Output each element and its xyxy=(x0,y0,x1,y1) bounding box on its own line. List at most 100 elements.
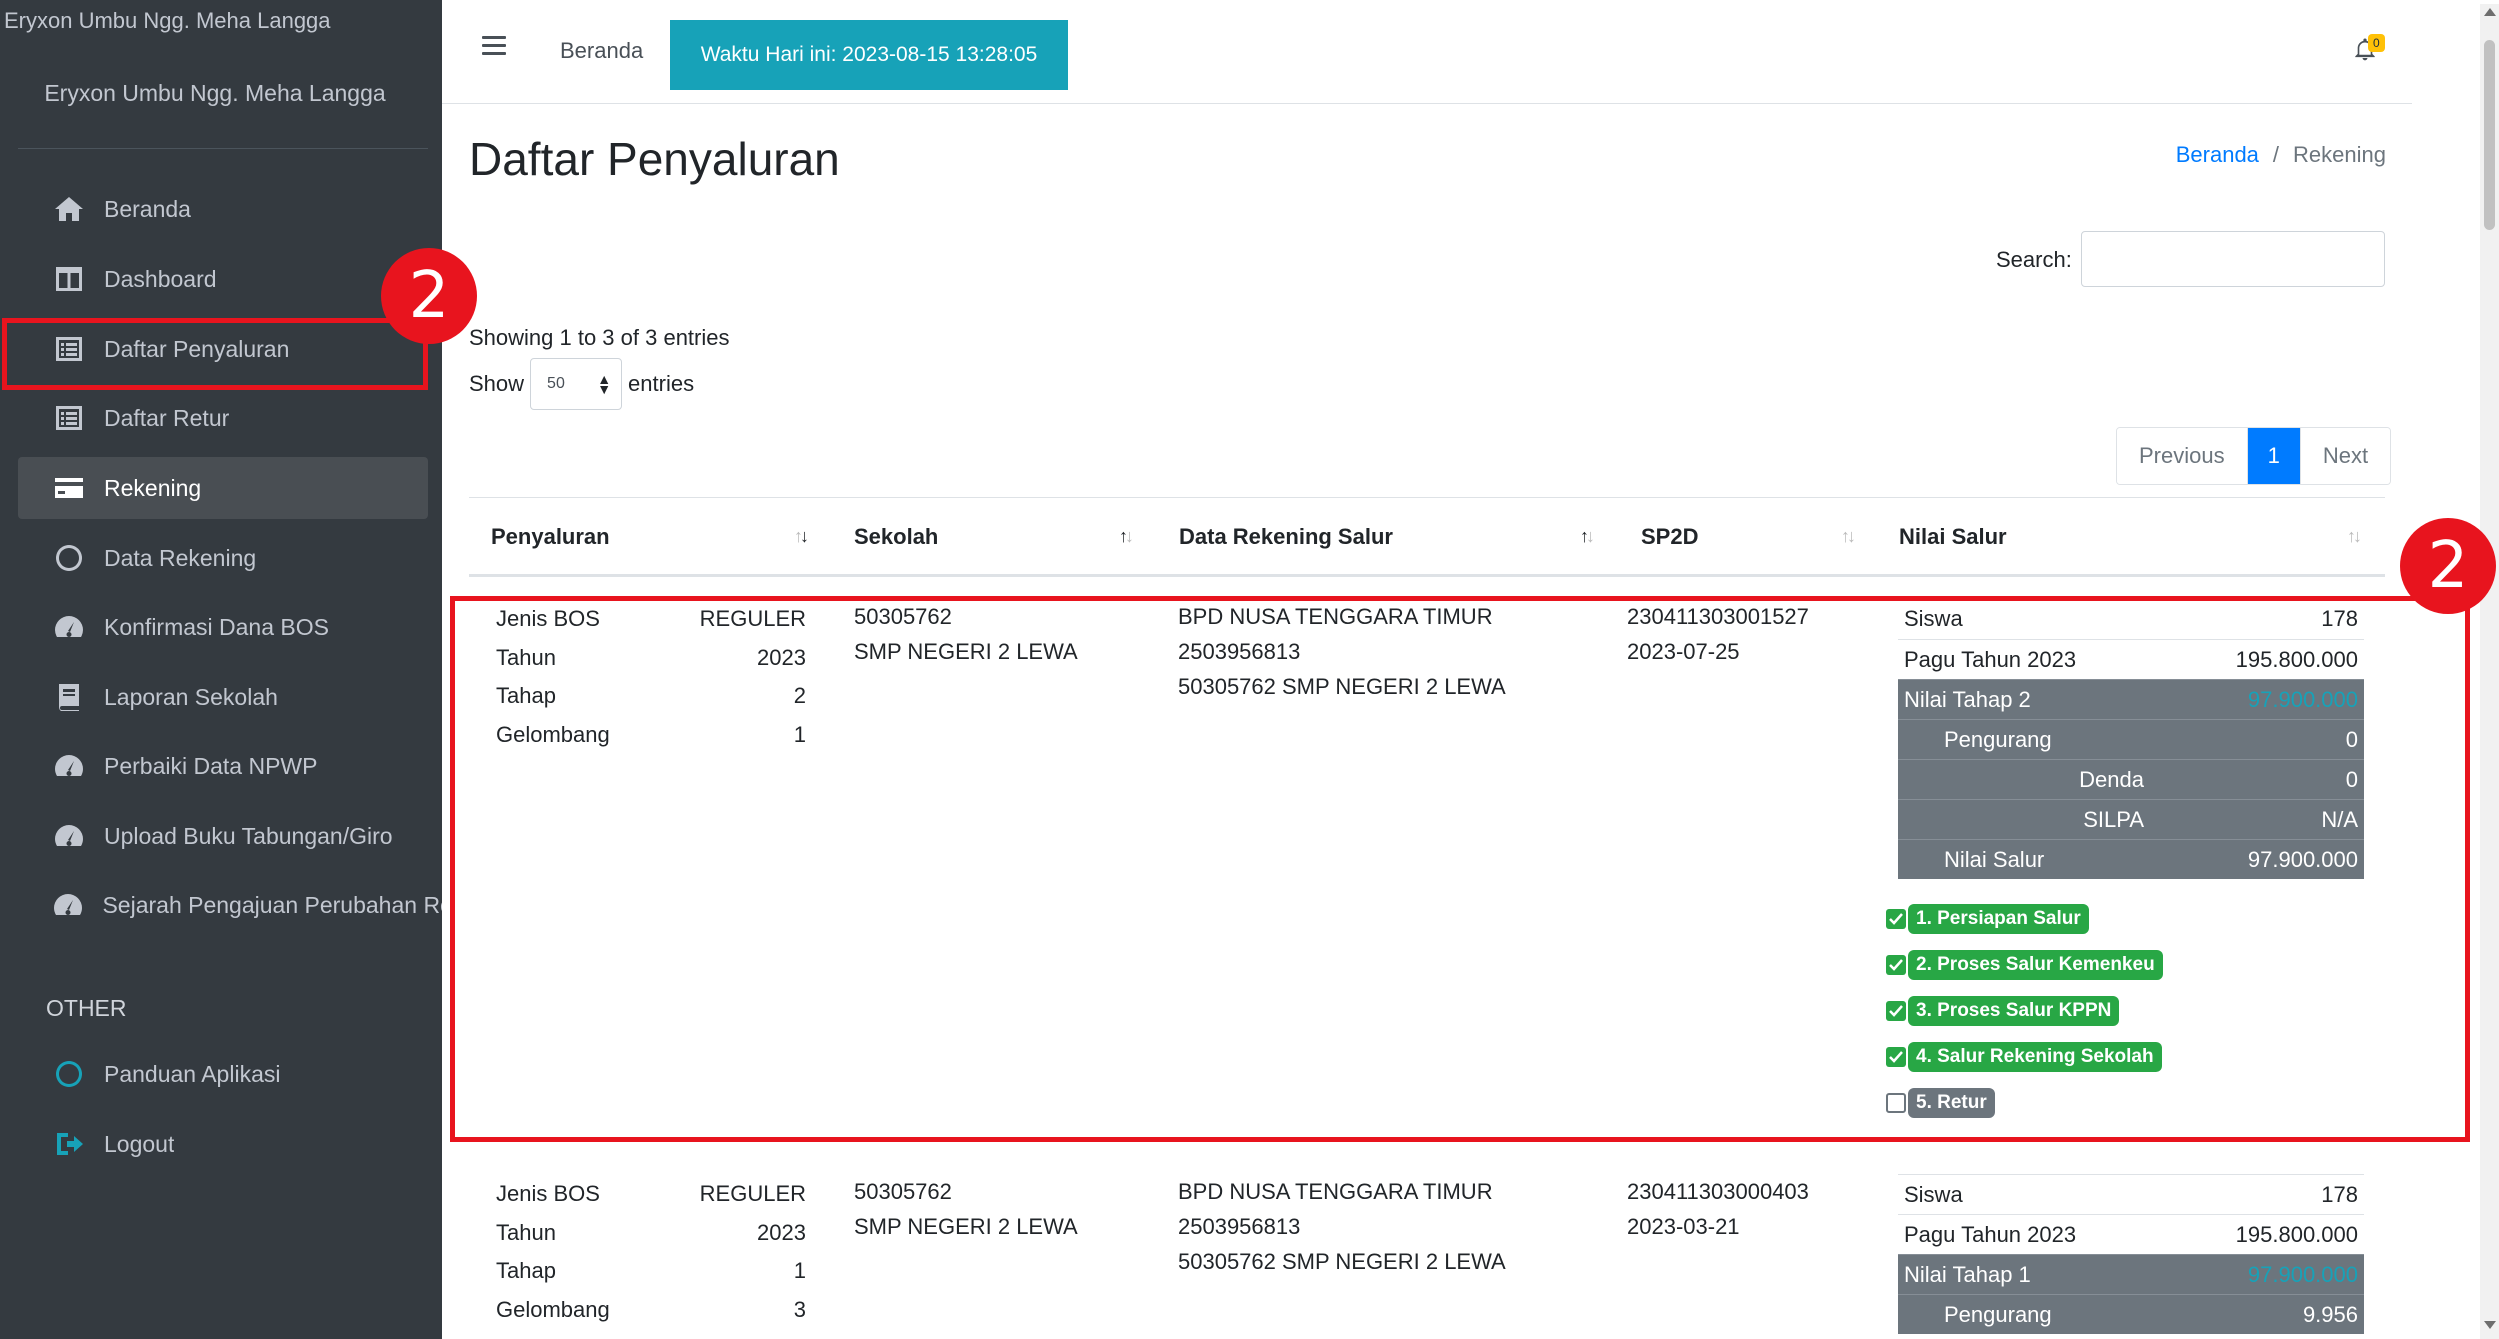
scroll-down-arrow-icon[interactable] xyxy=(2484,1321,2496,1329)
sidebar-item-perbaiki-data-npwp[interactable]: Perbaiki Data NPWP xyxy=(18,735,428,797)
sort-both-icon[interactable]: ↑↓ xyxy=(1841,526,1856,547)
home-icon xyxy=(52,192,86,226)
sidebar-item-daftar-retur[interactable]: Daftar Retur xyxy=(18,387,428,449)
rekening-nomor: 2503956813 xyxy=(1178,1214,1301,1239)
rekening-bank: BPD NUSA TENGGARA TIMUR xyxy=(1178,1179,1493,1204)
pagination-next[interactable]: Next xyxy=(2299,428,2391,484)
sidebar-item-panduan-aplikasi[interactable]: Panduan Aplikasi xyxy=(18,1043,428,1105)
hamburger-menu-icon[interactable] xyxy=(482,36,506,60)
top-navbar: Beranda Waktu Hari ini: 2023-08-15 13:28… xyxy=(442,4,2412,104)
current-time-display: Waktu Hari ini: 2023-08-15 13:28:05 xyxy=(670,20,1068,90)
sign-out-icon xyxy=(52,1127,86,1161)
breadcrumb-separator: / xyxy=(2272,142,2280,167)
annotation-highlight-row xyxy=(450,596,2470,1142)
tahun-label: Tahun xyxy=(496,1220,556,1245)
sidebar: Eryxon Umbu Ngg. Meha Langga Eryxon Umbu… xyxy=(0,0,442,1339)
tahun-value: 2023 xyxy=(757,1220,806,1245)
notification-count-badge: 0 xyxy=(2368,34,2385,52)
sidebar-item-laporan-sekolah[interactable]: Laporan Sekolah xyxy=(18,666,428,728)
list-icon xyxy=(52,401,86,435)
sidebar-item-label: Dashboard xyxy=(104,265,217,292)
sort-desc-icon[interactable]: ↑↓ xyxy=(794,526,809,547)
scrollbar-thumb[interactable] xyxy=(2484,40,2495,230)
pagination-page-1[interactable]: 1 xyxy=(2246,428,2300,484)
sp2d-nomor: 230411303000403 xyxy=(1627,1179,1809,1204)
sort-asc-icon[interactable]: ↑↓ xyxy=(1119,526,1134,547)
table-header: Penyaluran ↑↓ Sekolah ↑↓ Data Rekening S… xyxy=(469,497,2385,577)
sidebar-item-label: Beranda xyxy=(104,195,191,222)
page-length-select[interactable]: 50 ▲ ▼ xyxy=(530,358,623,410)
sidebar-item-label: Rekening xyxy=(104,474,202,501)
column-header-penyaluran[interactable]: Penyaluran xyxy=(491,524,610,550)
pagu-row: Pagu Tahun 2023 195.800.000 xyxy=(1898,1214,2364,1254)
annotation-highlight-sidebar xyxy=(2,318,428,390)
sidebar-item-upload-buku-tabungan[interactable]: Upload Buku Tabungan/Giro xyxy=(18,805,428,867)
sidebar-item-konfirmasi-dana-bos[interactable]: Konfirmasi Dana BOS xyxy=(18,596,428,658)
annotation-step-badge: 2 xyxy=(2400,518,2496,614)
page-length-value: 50 xyxy=(547,375,565,392)
pengurang-row: Pengurang 9.956 xyxy=(1898,1294,2364,1334)
pagination-previous[interactable]: Previous xyxy=(2117,428,2247,484)
pengurang-label: Pengurang xyxy=(1944,1301,2052,1327)
tachometer-icon xyxy=(52,819,86,853)
sekolah-nama: SMP NEGERI 2 LEWA xyxy=(854,1214,1078,1239)
pagu-label: Pagu Tahun 2023 xyxy=(1904,1221,2077,1247)
nilai-tahap-value: 97.900.000 xyxy=(2247,1261,2358,1287)
sidebar-item-data-rekening[interactable]: Data Rekening xyxy=(18,527,428,589)
sidebar-item-label: Logout xyxy=(104,1130,175,1157)
show-label: Show xyxy=(469,371,525,396)
sidebar-item-label: Upload Buku Tabungan/Giro xyxy=(104,822,393,849)
select-updown-icon: ▲ ▼ xyxy=(597,371,612,397)
sidebar-item-label: Laporan Sekolah xyxy=(104,683,278,710)
sidebar-item-label: Konfirmasi Dana BOS xyxy=(104,613,329,640)
sidebar-section-other: OTHER xyxy=(46,995,127,1021)
sidebar-brand[interactable]: Eryxon Umbu Ngg. Meha Langga xyxy=(0,80,430,107)
breadcrumb: Beranda / Rekening xyxy=(2176,142,2386,168)
book-icon xyxy=(52,680,86,714)
credit-card-icon xyxy=(52,471,86,505)
circle-icon xyxy=(52,1057,86,1091)
jenis-bos-value: REGULER xyxy=(699,1181,806,1206)
page-title: Daftar Penyaluran xyxy=(469,133,840,185)
circle-icon xyxy=(52,541,86,575)
sidebar-item-rekening[interactable]: Rekening xyxy=(18,457,428,519)
notification-bell-icon[interactable]: 0 xyxy=(2352,34,2385,66)
breadcrumb-current: Rekening xyxy=(2293,142,2386,167)
sidebar-item-logout[interactable]: Logout xyxy=(18,1113,428,1175)
navbar-home-link[interactable]: Beranda xyxy=(560,38,643,64)
tachometer-icon xyxy=(52,749,86,783)
nilai-tahap-label: Nilai Tahap 1 xyxy=(1904,1261,2031,1287)
nilai-tahap-row: Nilai Tahap 1 97.900.000 xyxy=(1898,1254,2364,1294)
column-header-sp2d[interactable]: SP2D xyxy=(1641,524,1698,550)
pagu-value: 195.800.000 xyxy=(2235,1221,2358,1247)
column-header-data-rekening[interactable]: Data Rekening Salur xyxy=(1179,524,1393,550)
tachometer-icon xyxy=(52,888,84,922)
vertical-scrollbar[interactable] xyxy=(2480,4,2499,1339)
rekening-nama: 50305762 SMP NEGERI 2 LEWA xyxy=(1178,1249,1506,1274)
sidebar-item-sejarah-pengajuan[interactable]: Sejarah Pengajuan Perubahan Rel xyxy=(18,874,442,936)
sidebar-item-label: Perbaiki Data NPWP xyxy=(104,752,318,779)
sekolah-npsn: 50305762 xyxy=(854,1179,952,1204)
sort-asc-icon[interactable]: ↑↓ xyxy=(1580,526,1595,547)
sp2d-tanggal: 2023-03-21 xyxy=(1627,1214,1740,1239)
column-header-sekolah[interactable]: Sekolah xyxy=(854,524,938,550)
search-input[interactable] xyxy=(2081,231,2385,287)
sidebar-item-dashboard[interactable]: Dashboard xyxy=(18,248,428,310)
siswa-label: Siswa xyxy=(1904,1181,1963,1207)
sidebar-item-label: Sejarah Pengajuan Perubahan Rel xyxy=(102,891,442,918)
page-length-control: Show 50 ▲ ▼ entries xyxy=(469,358,694,410)
sort-both-icon[interactable]: ↑↓ xyxy=(2347,526,2362,547)
breadcrumb-home-link[interactable]: Beranda xyxy=(2176,142,2259,167)
column-header-nilai-salur[interactable]: Nilai Salur xyxy=(1899,524,2007,550)
tachometer-icon xyxy=(52,610,86,644)
sidebar-top-username: Eryxon Umbu Ngg. Meha Langga xyxy=(4,8,331,33)
gelombang-label: Gelombang xyxy=(496,1297,610,1322)
table-info-text: Showing 1 to 3 of 3 entries xyxy=(469,325,730,350)
tahap-value: 1 xyxy=(793,1258,806,1283)
sidebar-item-label: Data Rekening xyxy=(104,544,257,571)
sidebar-divider xyxy=(18,148,428,149)
sidebar-item-beranda[interactable]: Beranda xyxy=(18,178,428,240)
scroll-up-arrow-icon[interactable] xyxy=(2484,8,2496,16)
gelombang-value: 3 xyxy=(793,1297,806,1322)
nilai-salur-table: Siswa 178 Pagu Tahun 2023 195.800.000 Nila… xyxy=(1898,1174,2364,1334)
